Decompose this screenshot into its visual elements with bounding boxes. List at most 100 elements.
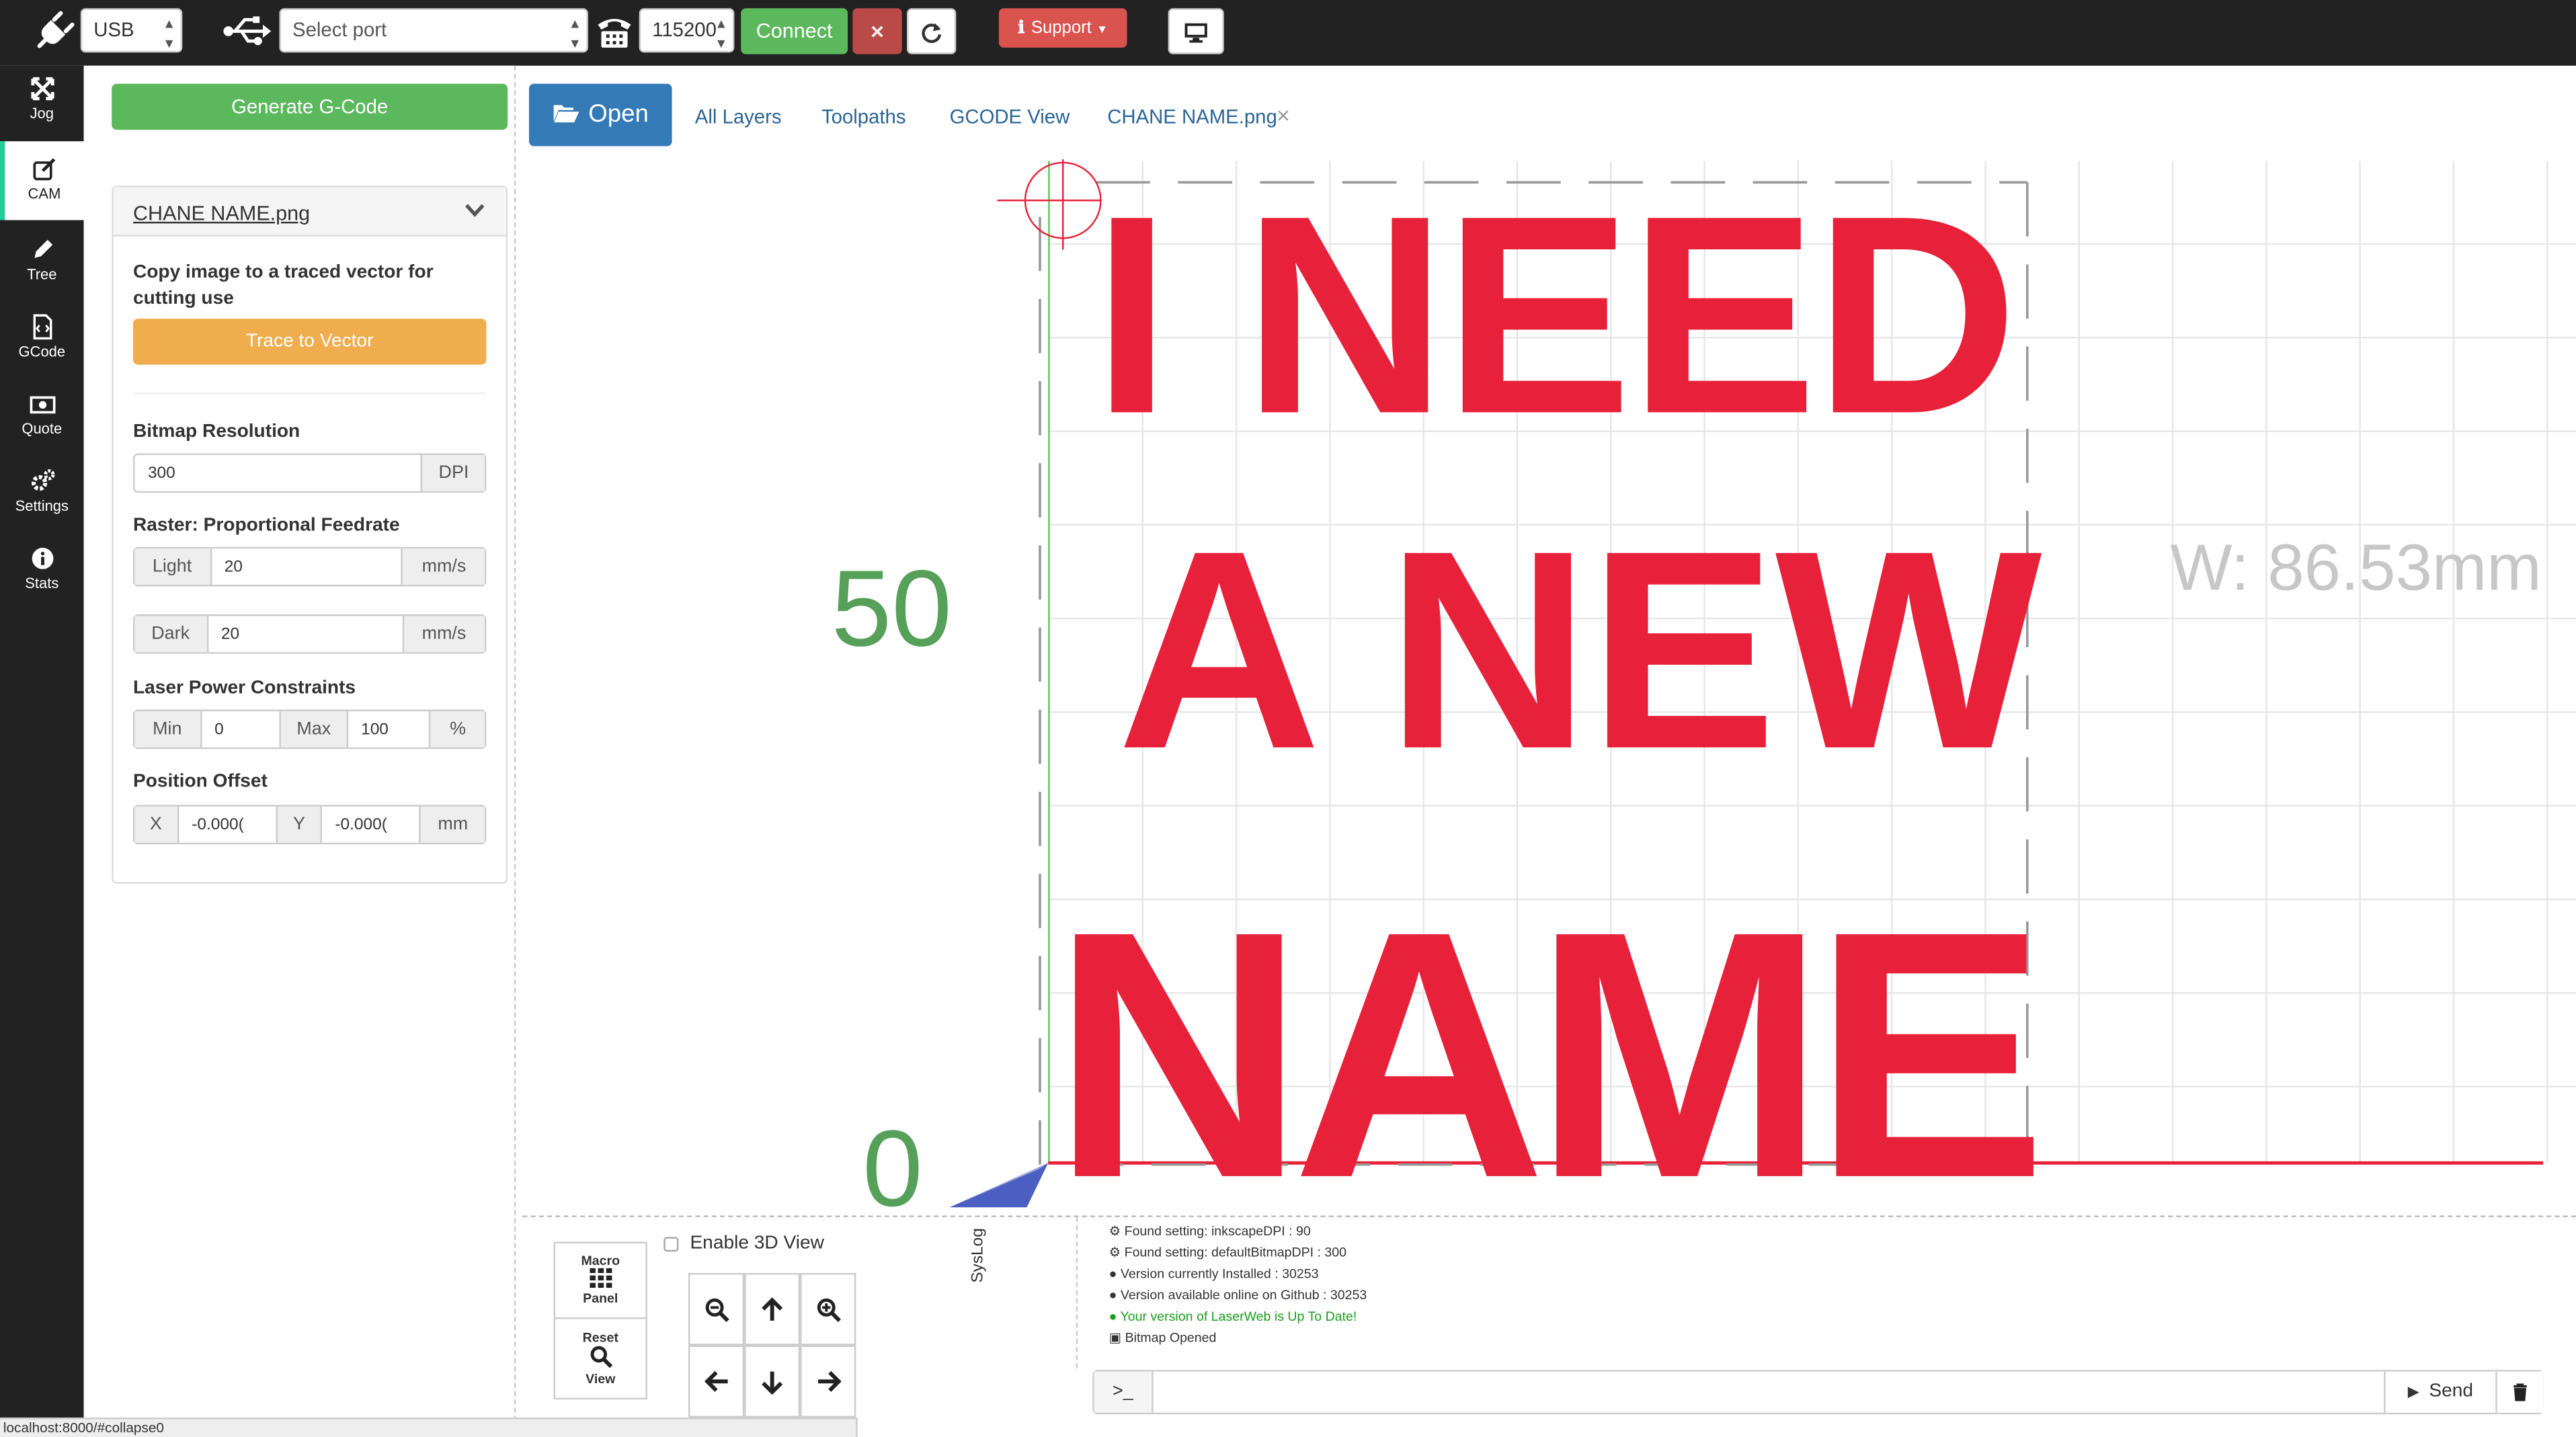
money-icon [29,396,55,414]
dark-unit: mm/s [401,616,485,653]
zoom-in-icon [816,1297,840,1321]
disconnect-button[interactable]: × [852,8,902,54]
clear-log-button[interactable] [2495,1371,2544,1413]
x-offset-input[interactable]: -0.000( [179,807,276,843]
select-arrows-icon: ▲ ▼ [568,16,582,51]
jog-left-button[interactable] [688,1345,745,1418]
sidebar-item-gcode[interactable]: GCode [0,304,84,379]
jog-right-button[interactable] [800,1345,856,1418]
sidebar-item-cam[interactable]: CAM [0,141,84,220]
info-icon [31,548,53,569]
close-tab-icon[interactable]: × [1277,104,1290,126]
sidebar-item-tree[interactable]: Tree [0,227,84,302]
github-icon: ● [1109,1266,1117,1282]
x-label: X [134,806,179,843]
github-icon: ● [1109,1309,1117,1324]
caret-down-icon: ▼ [1096,24,1109,36]
chevron-down-icon[interactable] [465,204,485,218]
terminal-prompt-icon: >_ [1094,1371,1154,1413]
zoom-out-button[interactable] [688,1273,745,1346]
sidebar-item-stats[interactable]: Stats [0,536,84,611]
cam-panel: Generate G-Code CHANE NAME.png Copy imag… [83,65,516,1437]
syslog-label[interactable]: SysLog [969,1228,988,1283]
arrow-left-icon [704,1370,727,1392]
trace-description: Copy image to a traced vector for cuttin… [132,263,434,309]
support-dropdown-button[interactable]: ℹ Support ▼ [998,8,1127,48]
tab-all-layers[interactable]: All Layers [695,105,782,128]
gears-icon [30,469,54,491]
monitor-icon [1184,23,1207,43]
enable-3d-label: Enable 3D View [690,1233,824,1254]
laser-power-label: Laser Power Constraints [132,678,356,698]
log-line-success: ● Your version of LaserWeb is Up To Date… [1109,1309,1357,1324]
y-axis-label-0: 0 [862,1107,923,1213]
sidebar-item-quote[interactable]: Quote [0,381,84,456]
zoom-in-button[interactable] [800,1273,856,1346]
file-title[interactable]: CHANE NAME.png [133,202,310,225]
width-readout: W: 86.53mm [2170,532,2542,605]
log-line: ● Version available online on Github : 3… [1109,1288,1367,1303]
bitmap-text-line-2: A NEW [1117,493,2042,809]
fullscreen-button[interactable] [1168,8,1224,54]
usb-icon [223,16,272,46]
open-file-button[interactable]: Open [528,83,672,147]
sidebar-item-jog[interactable]: Jog [0,66,84,141]
tab-gcode-view[interactable]: GCODE View [950,105,1070,128]
command-bar: >_ ▶ Send [1092,1370,2544,1415]
y-offset-input[interactable]: -0.000( [322,807,419,843]
y-axis-label-50: 50 [831,546,953,669]
max-power-input[interactable]: 100 [348,711,430,747]
light-feedrate-group: Light 20 mm/s [132,546,487,587]
jog-down-button[interactable] [744,1345,801,1418]
port-select[interactable]: Select port ▲ ▼ [279,8,588,53]
dpi-unit: DPI [421,454,485,491]
position-offset-label: Position Offset [132,772,268,792]
light-label: Light [134,548,212,585]
bottom-controls: Macro Panel Reset View Enable 3D View Sy… [522,1215,2576,1437]
light-unit: mm/s [401,548,485,585]
file-code-icon [32,314,52,340]
jog-up-button[interactable] [744,1273,801,1346]
y-label: Y [276,806,322,843]
command-input[interactable] [1155,1372,2384,1413]
trace-to-vector-button[interactable]: Trace to Vector [132,319,487,365]
laser-power-group: Min 0 Max 100 % [132,709,487,749]
mm-unit: mm [419,806,485,843]
tab-toolpaths[interactable]: Toolpaths [821,105,906,128]
log-line: ⚙ Found setting: inkscapeDPI : 90 [1109,1223,1311,1239]
refresh-ports-button[interactable] [907,8,957,54]
arrow-down-icon [762,1370,783,1394]
browser-status-url: localhost:8000/#collapse0 [0,1418,858,1437]
grid-icon [589,1268,612,1288]
connect-button[interactable]: Connect [741,8,848,54]
select-arrows-icon: ▲ ▼ [715,16,728,51]
enable-3d-checkbox[interactable] [663,1237,679,1252]
generate-gcode-button[interactable]: Generate G-Code [112,83,508,130]
position-offset-group: X -0.000( Y -0.000( mm [132,805,487,845]
gears-icon: ⚙ [1109,1245,1121,1260]
macro-panel-button[interactable]: Macro Panel [555,1243,646,1319]
plug-icon [37,11,75,48]
panel-header[interactable]: CHANE NAME.png [113,187,506,237]
bitmap-resolution-input[interactable]: 300 [134,455,421,491]
dark-label: Dark [134,616,208,653]
bitmap-resolution-group: 300 DPI [132,453,487,493]
laser-head-marker [949,1163,1049,1208]
send-button[interactable]: ▶ Send [2384,1371,2496,1413]
baud-rate-select[interactable]: 115200 ▲ ▼ [639,8,735,53]
bitmap-text-line-3: NAME [1051,859,2047,1213]
connection-type-select[interactable]: USB ▲ ▼ [80,8,183,53]
dark-feedrate-input[interactable]: 20 [208,616,401,652]
workspace-viewport[interactable]: 50 0 W: 86.53mm I NEED A NEW NAME [522,147,2576,1213]
sidebar-item-settings[interactable]: Settings [0,458,84,534]
edit-icon [33,158,56,181]
raster-feedrate-label: Raster: Proportional Feedrate [132,516,400,536]
image-file-icon: ▣ [1109,1330,1122,1346]
min-power-input[interactable]: 0 [202,711,280,747]
tab-file[interactable]: CHANE NAME.png [1107,105,1277,128]
min-label: Min [134,711,202,747]
divider [1076,1217,1078,1368]
light-feedrate-input[interactable]: 20 [211,548,401,585]
reset-view-button[interactable]: Reset View [555,1321,645,1398]
arrow-up-icon [762,1297,783,1320]
